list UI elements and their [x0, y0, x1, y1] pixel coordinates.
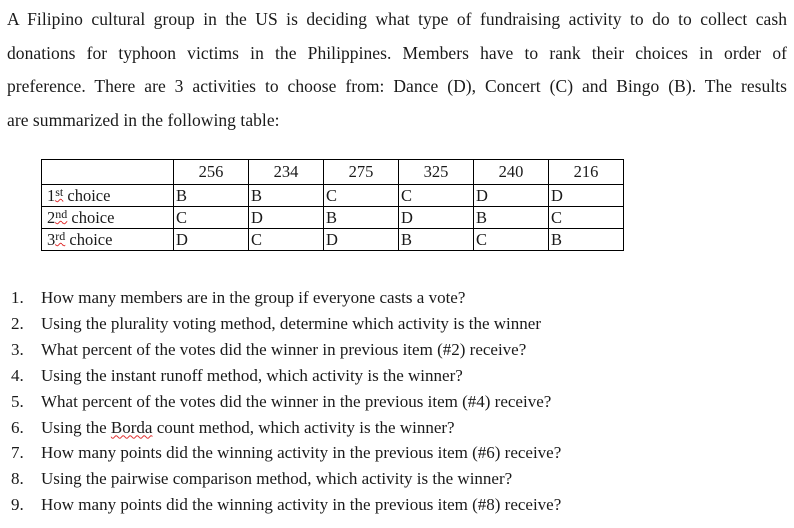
voter-count-cell: 234 — [248, 159, 324, 185]
problem-statement: A Filipino cultural group in the US is d… — [7, 3, 787, 137]
question-text: How many members are in the group if eve… — [41, 288, 466, 307]
row-label: 2nd choice — [41, 206, 174, 229]
question-number: 6. — [11, 417, 24, 437]
question-item: 4. Using the instant runoff method, which… — [0, 363, 561, 389]
question-item: 2. Using the plurality voting method, det… — [0, 311, 561, 337]
choice-cell: B — [323, 206, 399, 229]
choice-cell: C — [323, 184, 399, 207]
choice-cell: B — [398, 228, 474, 251]
ordinal-suffix: rd — [55, 229, 66, 243]
spellcheck-flagged-word[interactable]: Borda — [111, 418, 153, 437]
choice-label: choice — [71, 208, 115, 227]
question-number: 8. — [11, 469, 24, 489]
voter-count-cell: 216 — [548, 159, 624, 185]
voter-count-cell: 256 — [173, 159, 249, 185]
choice-cell: C — [548, 206, 624, 229]
voter-count-cell: 325 — [398, 159, 474, 185]
intro-line: are summarized in the following table: — [7, 109, 280, 130]
question-number: 2. — [11, 313, 24, 333]
choice-cell: D — [248, 206, 324, 229]
choice-cell: D — [548, 184, 624, 207]
choice-label: choice — [67, 186, 111, 205]
choice-cell: C — [473, 228, 549, 251]
question-number: 9. — [11, 495, 24, 515]
question-number: 5. — [11, 391, 24, 411]
question-item: 8. Using the pairwise comparison method, … — [0, 466, 561, 492]
question-text: How many points did the winning activity… — [41, 443, 562, 463]
ordinal-number: 2 — [47, 208, 56, 227]
choice-cell: B — [548, 228, 624, 251]
question-item: 1. How many members are in the group if e… — [0, 285, 561, 311]
choice-cell: C — [173, 206, 249, 229]
voter-count-cell: 275 — [323, 159, 399, 185]
choice-cell: D — [398, 206, 474, 229]
preference-schedule-table: 256 234 275 325 240 216 1st choice B B C… — [41, 159, 624, 251]
question-text: Using the pairwise comparison method, wh… — [41, 469, 513, 489]
choice-cell: C — [398, 184, 474, 207]
question-item: 7. How many points did the winning activi… — [0, 440, 561, 466]
intro-line: A Filipino cultural group in the US is d… — [7, 9, 787, 29]
ordinal-suffix: nd — [55, 207, 68, 221]
ordinal-number: 1 — [47, 186, 56, 205]
choice-cell: D — [173, 228, 249, 251]
question-list: 1. How many members are in the group if e… — [0, 285, 561, 518]
question-item: 6. Using the Borda count method, which ac… — [0, 415, 561, 441]
ordinal-suffix: st — [55, 185, 64, 199]
question-number: 7. — [11, 443, 24, 463]
row-label: 3rd choice — [41, 228, 174, 251]
intro-line: preference. There are 3 activities to ch… — [7, 76, 787, 96]
question-text-pre: Using the — [41, 417, 111, 437]
choice-cell: D — [323, 228, 399, 251]
choice-row-1: 1st choice B B C C D D — [41, 184, 624, 207]
choice-label: choice — [69, 230, 113, 249]
question-number: 4. — [11, 365, 24, 385]
question-text: Using the instant runoff method, which a… — [41, 365, 463, 385]
question-item: 5. What percent of the votes did the winn… — [0, 389, 561, 415]
choice-cell: C — [248, 228, 324, 251]
question-item: 9. How many points did the winning activi… — [0, 492, 561, 518]
question-text: How many points did the winning activity… — [41, 495, 562, 515]
empty-header-cell — [41, 159, 174, 185]
choice-row-2: 2nd choice C D B D B C — [41, 206, 624, 229]
choice-cell: B — [248, 184, 324, 207]
choice-cell: D — [473, 184, 549, 207]
row-label: 1st choice — [41, 184, 174, 207]
question-number: 3. — [11, 339, 24, 359]
question-text: What percent of the votes did the winner… — [41, 339, 527, 359]
voter-count-row: 256 234 275 325 240 216 — [41, 159, 624, 185]
question-item: 3. What percent of the votes did the winn… — [0, 337, 561, 363]
voter-count-cell: 240 — [473, 159, 549, 185]
ordinal-number: 3 — [47, 230, 56, 249]
question-number: 1. — [11, 288, 24, 307]
question-text-post: count method, which activity is the winn… — [152, 417, 455, 437]
intro-line: donations for typhoon victims in the Phi… — [7, 42, 787, 63]
choice-cell: B — [173, 184, 249, 207]
choice-row-3: 3rd choice D C D B C B — [41, 228, 624, 251]
question-text: Using the plurality voting method, deter… — [41, 313, 541, 333]
choice-cell: B — [473, 206, 549, 229]
question-text: What percent of the votes did the winner… — [41, 391, 552, 411]
